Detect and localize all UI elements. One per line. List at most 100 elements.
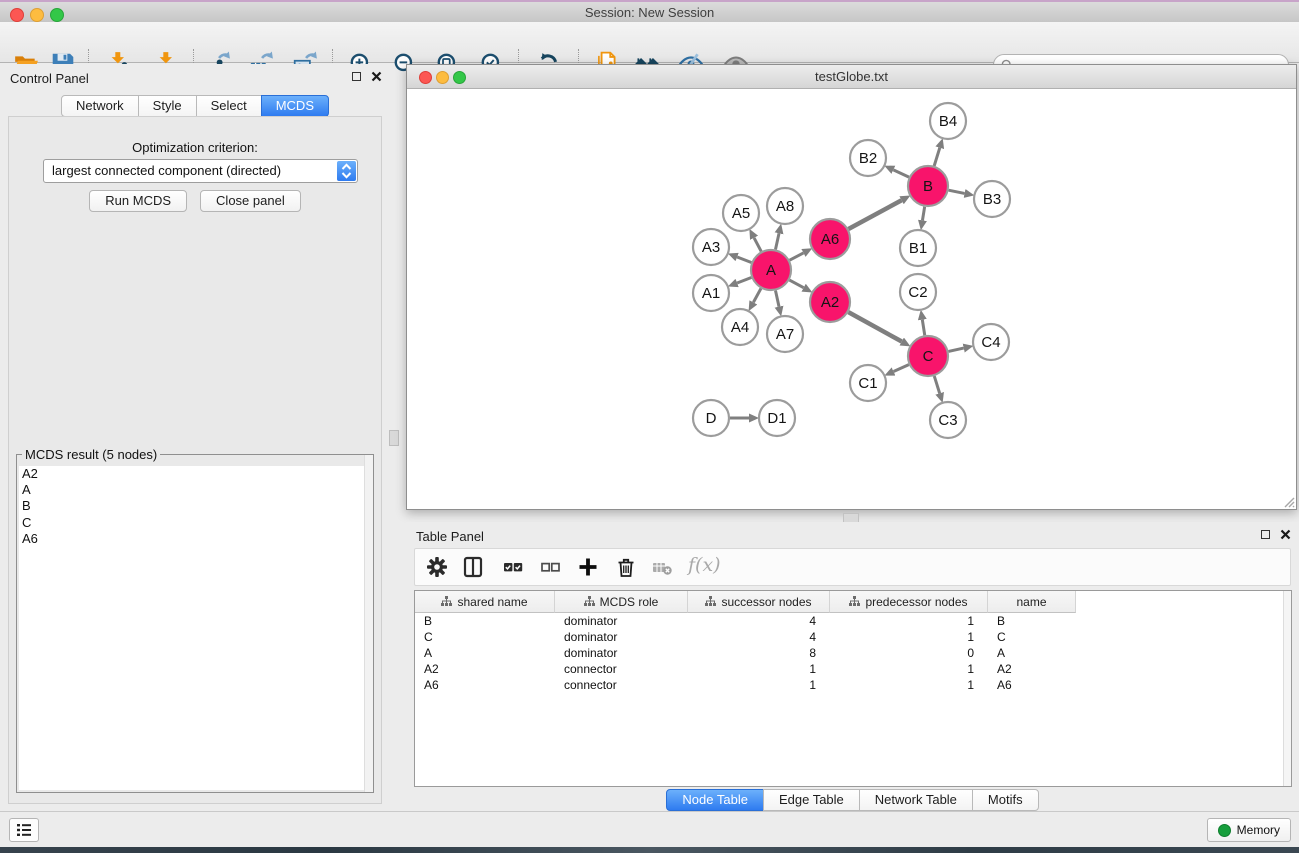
edge-A-A8[interactable] [775,233,779,249]
delete-table-icon[interactable] [651,555,675,579]
mcds-result-item[interactable]: A6 [19,531,371,547]
column-header-name[interactable]: name [988,591,1076,613]
table-settings-gear-icon[interactable] [425,555,449,579]
node-A7[interactable]: A7 [767,316,803,352]
cell-predecessor[interactable]: 0 [830,645,988,661]
cell-mcds_role[interactable]: connector [555,677,688,693]
edge-A-A5[interactable] [754,238,761,252]
node-B-dominator[interactable]: B [908,166,948,206]
cell-successor[interactable]: 4 [688,629,830,645]
cell-shared_name[interactable]: A6 [415,677,555,693]
node-D[interactable]: D [693,400,729,436]
edge-A-A4[interactable] [753,288,761,302]
table-row[interactable]: A2connector11A2 [415,661,1291,677]
cell-successor[interactable]: 1 [688,661,830,677]
function-builder-icon[interactable]: f(x) [688,554,721,576]
edge-A-A2[interactable] [789,280,803,288]
node-table[interactable]: shared nameMCDS rolesuccessor nodesprede… [414,590,1292,787]
node-A1[interactable]: A1 [693,275,729,311]
cell-shared_name[interactable]: B [415,613,555,629]
node-A6-dominator[interactable]: A6 [810,219,850,259]
app-titlebar[interactable]: Session: New Session [0,0,1299,22]
tab-motifs[interactable]: Motifs [972,789,1039,811]
optimization-criterion-select[interactable]: largest connected component (directed) [43,159,358,183]
close-panel-button[interactable]: Close panel [200,190,301,212]
cell-name[interactable]: B [988,613,1076,629]
node-C2[interactable]: C2 [900,274,936,310]
deselect-all-icon[interactable] [538,555,562,579]
tab-node-table[interactable]: Node Table [666,789,764,811]
create-column-plus-icon[interactable] [576,555,600,579]
node-C4[interactable]: C4 [973,324,1009,360]
node-B4[interactable]: B4 [930,103,966,139]
edge-A6-B[interactable] [848,200,901,229]
edge-B-B3[interactable] [949,190,965,193]
edge-C-C3[interactable] [934,376,939,393]
table-row[interactable]: Bdominator41B [415,613,1291,629]
close-panel-icon[interactable] [371,71,382,82]
node-A4[interactable]: A4 [722,309,758,345]
result-list-scrollbar[interactable] [364,455,373,792]
tab-network-table[interactable]: Network Table [859,789,973,811]
node-C1[interactable]: C1 [850,365,886,401]
edge-A2-C[interactable] [848,312,901,341]
mcds-result-item[interactable]: A [19,482,371,498]
node-B3[interactable]: B3 [974,181,1010,217]
run-mcds-button[interactable]: Run MCDS [89,190,187,212]
edge-A-A1[interactable] [737,278,751,283]
table-scrollbar[interactable] [1283,591,1291,786]
mcds-result-item[interactable]: C [19,515,371,531]
mcds-result-item[interactable]: B [19,498,371,514]
cell-mcds_role[interactable]: connector [555,661,688,677]
node-A8[interactable]: A8 [767,188,803,224]
node-C-dominator[interactable]: C [908,336,948,376]
column-header-shared-name[interactable]: shared name [415,591,555,613]
cell-name[interactable]: C [988,629,1076,645]
network-window-titlebar[interactable]: testGlobe.txt [407,65,1296,89]
cell-mcds_role[interactable]: dominator [555,613,688,629]
column-header-successor-nodes[interactable]: successor nodes [688,591,830,613]
column-header-mcds-role[interactable]: MCDS role [555,591,688,613]
tab-edge-table[interactable]: Edge Table [763,789,860,811]
cell-successor[interactable]: 1 [688,677,830,693]
node-C3[interactable]: C3 [930,402,966,438]
tab-network[interactable]: Network [61,95,139,117]
cell-successor[interactable]: 8 [688,645,830,661]
column-header-predecessor-nodes[interactable]: predecessor nodes [830,591,988,613]
mcds-result-list[interactable]: A2ABCA6 [19,466,371,790]
node-A3[interactable]: A3 [693,229,729,265]
edge-A-A3[interactable] [737,257,751,262]
node-B2[interactable]: B2 [850,140,886,176]
cell-mcds_role[interactable]: dominator [555,629,688,645]
edge-C-C2[interactable] [922,320,924,336]
tab-style[interactable]: Style [138,95,197,117]
cell-shared_name[interactable]: A [415,645,555,661]
cell-predecessor[interactable]: 1 [830,629,988,645]
float-panel-icon[interactable] [352,72,361,81]
cell-shared_name[interactable]: A2 [415,661,555,677]
float-panel-icon[interactable] [1261,530,1270,539]
tab-mcds[interactable]: MCDS [261,95,329,117]
cell-name[interactable]: A6 [988,677,1076,693]
delete-column-trash-icon[interactable] [614,555,638,579]
cell-successor[interactable]: 4 [688,613,830,629]
node-B1[interactable]: B1 [900,230,936,266]
edge-A-A6[interactable] [790,253,804,260]
table-row[interactable]: Adominator80A [415,645,1291,661]
cell-predecessor[interactable]: 1 [830,677,988,693]
node-A-dominator[interactable]: A [751,250,791,290]
edge-B-B2[interactable] [893,170,909,177]
cell-predecessor[interactable]: 1 [830,613,988,629]
select-all-icon[interactable] [501,555,525,579]
node-A5[interactable]: A5 [723,195,759,231]
cell-predecessor[interactable]: 1 [830,661,988,677]
memory-button[interactable]: Memory [1207,818,1291,842]
edge-B-B1[interactable] [922,207,924,221]
show-task-history-button[interactable] [9,818,39,842]
table-row[interactable]: A6connector11A6 [415,677,1291,693]
edge-C-C1[interactable] [894,365,909,372]
mcds-result-item[interactable]: A2 [19,466,371,482]
cell-shared_name[interactable]: C [415,629,555,645]
table-row[interactable]: Cdominator41C [415,629,1291,645]
vertical-splitter-handle[interactable] [389,430,399,446]
